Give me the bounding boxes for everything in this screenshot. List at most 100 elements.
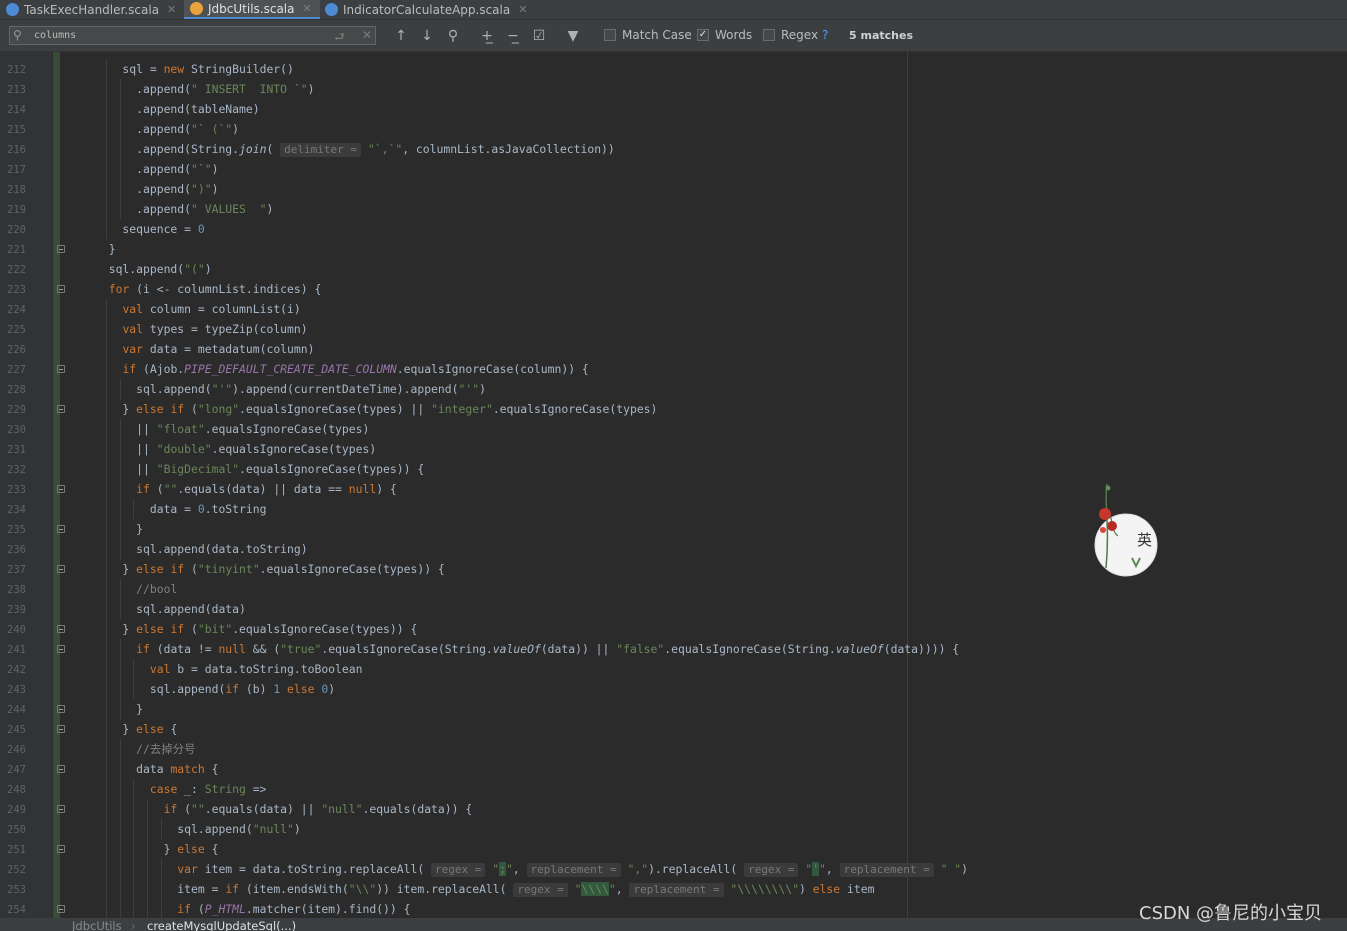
fold-toggle-icon[interactable] (57, 805, 65, 813)
code-line[interactable]: 238 //bool (0, 579, 1347, 599)
code-text[interactable]: data = 0.toString (95, 502, 267, 516)
line-number[interactable]: 249 (2, 804, 26, 816)
code-text[interactable]: for (i <- columnList.indices) { (95, 282, 322, 296)
breadcrumb-file[interactable]: JdbcUtils (72, 920, 122, 931)
code-text[interactable]: } (95, 242, 116, 256)
code-line[interactable]: 249 if ("".equals(data) || "null".equals… (0, 799, 1347, 819)
code-line[interactable]: 218 .append(")") (0, 179, 1347, 199)
code-line[interactable]: 217 .append("`") (0, 159, 1347, 179)
fold-toggle-icon[interactable] (57, 565, 65, 573)
code-line[interactable]: 252 var item = data.toString.replaceAll(… (0, 859, 1347, 879)
code-line[interactable]: 216 .append(String.join( delimiter = "`,… (0, 139, 1347, 159)
code-text[interactable]: .append("`") (95, 162, 218, 176)
code-text[interactable]: } (95, 702, 143, 716)
fold-toggle-icon[interactable] (57, 645, 65, 653)
code-text[interactable]: var item = data.toString.replaceAll( reg… (95, 862, 968, 877)
fold-toggle-icon[interactable] (57, 525, 65, 533)
line-number[interactable]: 233 (2, 484, 26, 496)
code-line[interactable]: 220 sequence = 0 (0, 219, 1347, 239)
fold-toggle-icon[interactable] (57, 765, 65, 773)
code-text[interactable]: sql.append("'").append(currentDateTime).… (95, 382, 486, 396)
search-box[interactable]: ⚲ ⮐ ✕ (9, 26, 376, 45)
code-line[interactable]: 215 .append("` (`") (0, 119, 1347, 139)
code-line[interactable]: 224 val column = columnList(i) (0, 299, 1347, 319)
match-case-toggle[interactable]: Match Case (604, 28, 692, 42)
line-number[interactable]: 245 (2, 724, 26, 736)
breadcrumb-method[interactable]: createMysqlUpdateSql(...) (147, 920, 296, 931)
fold-toggle-icon[interactable] (57, 625, 65, 633)
line-number[interactable]: 239 (2, 604, 26, 616)
line-number[interactable]: 243 (2, 684, 26, 696)
code-line[interactable]: 241 if (data != null && ("true".equalsIg… (0, 639, 1347, 659)
code-text[interactable]: sql.append("(") (95, 262, 212, 276)
search-input[interactable] (34, 28, 324, 43)
tab-taskexechandler[interactable]: TaskExecHandler.scala ✕ (6, 0, 176, 19)
code-text[interactable]: if ("".equals(data) || "null".equals(dat… (95, 802, 473, 816)
clear-icon[interactable]: ✕ (362, 28, 372, 42)
arrow-up-icon[interactable]: ↑ (391, 26, 411, 46)
code-line[interactable]: 250 sql.append("null") (0, 819, 1347, 839)
code-text[interactable]: sql.append(if (b) 1 else 0) (95, 682, 335, 696)
code-line[interactable]: 225 val types = typeZip(column) (0, 319, 1347, 339)
floating-avatar[interactable]: 英 (1090, 480, 1162, 580)
line-number[interactable]: 241 (2, 644, 26, 656)
code-text[interactable]: sql.append("null") (95, 822, 300, 836)
code-text[interactable]: } else if ("tinyint".equalsIgnoreCase(ty… (95, 562, 444, 576)
line-number[interactable]: 221 (2, 244, 26, 256)
code-text[interactable]: sql = new StringBuilder() (95, 62, 293, 76)
close-icon[interactable]: ✕ (518, 3, 527, 16)
line-number[interactable]: 232 (2, 464, 26, 476)
find-all-icon[interactable]: ⚲ (443, 26, 463, 46)
code-text[interactable]: item = if (item.endsWith("\\")) item.rep… (95, 882, 874, 897)
line-number[interactable]: 237 (2, 564, 26, 576)
code-editor[interactable]: 212 sql = new StringBuilder() 213 .append… (0, 52, 1347, 918)
code-text[interactable]: || "BigDecimal".equalsIgnoreCase(types))… (95, 462, 424, 476)
line-number[interactable]: 235 (2, 524, 26, 536)
fold-toggle-icon[interactable] (57, 705, 65, 713)
code-text[interactable]: } else if ("bit".equalsIgnoreCase(types)… (95, 622, 417, 636)
line-number[interactable]: 225 (2, 324, 26, 336)
regex-toggle[interactable]: Regex (763, 28, 818, 42)
code-text[interactable]: sql.append(data.toString) (95, 542, 307, 556)
fold-toggle-icon[interactable] (57, 905, 65, 913)
line-number[interactable]: 228 (2, 384, 26, 396)
code-line[interactable]: 248 case _: String => (0, 779, 1347, 799)
match-case-checkbox[interactable] (604, 29, 616, 41)
line-number[interactable]: 218 (2, 184, 26, 196)
filter-icon[interactable]: ▼ (563, 26, 583, 46)
code-text[interactable]: } else if ("long".equalsIgnoreCase(types… (95, 402, 657, 416)
code-text[interactable]: val column = columnList(i) (95, 302, 300, 316)
code-text[interactable]: .append("` (`") (95, 122, 239, 136)
code-text[interactable]: .append(")") (95, 182, 218, 196)
code-text[interactable]: } else { (95, 722, 177, 736)
code-text[interactable]: case _: String => (95, 782, 267, 796)
code-line[interactable]: 253 item = if (item.endsWith("\\")) item… (0, 879, 1347, 899)
code-line[interactable]: 229 } else if ("long".equalsIgnoreCase(t… (0, 399, 1347, 419)
code-text[interactable]: if (data != null && ("true".equalsIgnore… (95, 642, 959, 656)
code-line[interactable]: 245 } else { (0, 719, 1347, 739)
line-number[interactable]: 251 (2, 844, 26, 856)
close-icon[interactable]: ✕ (167, 3, 176, 16)
line-number[interactable]: 229 (2, 404, 26, 416)
code-line[interactable]: 219 .append(" VALUES ") (0, 199, 1347, 219)
code-text[interactable]: sequence = 0 (95, 222, 204, 236)
code-line[interactable]: 227 if (Ajob.PIPE_DEFAULT_CREATE_DATE_CO… (0, 359, 1347, 379)
code-text[interactable]: data match { (95, 762, 218, 776)
code-line[interactable]: 243 sql.append(if (b) 1 else 0) (0, 679, 1347, 699)
fold-toggle-icon[interactable] (57, 845, 65, 853)
line-number[interactable]: 230 (2, 424, 26, 436)
code-line[interactable]: 222 sql.append("(") (0, 259, 1347, 279)
code-line[interactable]: 242 val b = data.toString.toBoolean (0, 659, 1347, 679)
fold-toggle-icon[interactable] (57, 285, 65, 293)
fold-toggle-icon[interactable] (57, 405, 65, 413)
line-number[interactable]: 252 (2, 864, 26, 876)
code-text[interactable]: sql.append(data) (95, 602, 246, 616)
fold-toggle-icon[interactable] (57, 485, 65, 493)
line-number[interactable]: 224 (2, 304, 26, 316)
code-line[interactable]: 251 } else { (0, 839, 1347, 859)
code-line[interactable]: 240 } else if ("bit".equalsIgnoreCase(ty… (0, 619, 1347, 639)
code-text[interactable]: val b = data.toString.toBoolean (95, 662, 363, 676)
line-number[interactable]: 213 (2, 84, 26, 96)
line-number[interactable]: 212 (2, 64, 26, 76)
regex-help-link[interactable]: ? (822, 28, 828, 42)
